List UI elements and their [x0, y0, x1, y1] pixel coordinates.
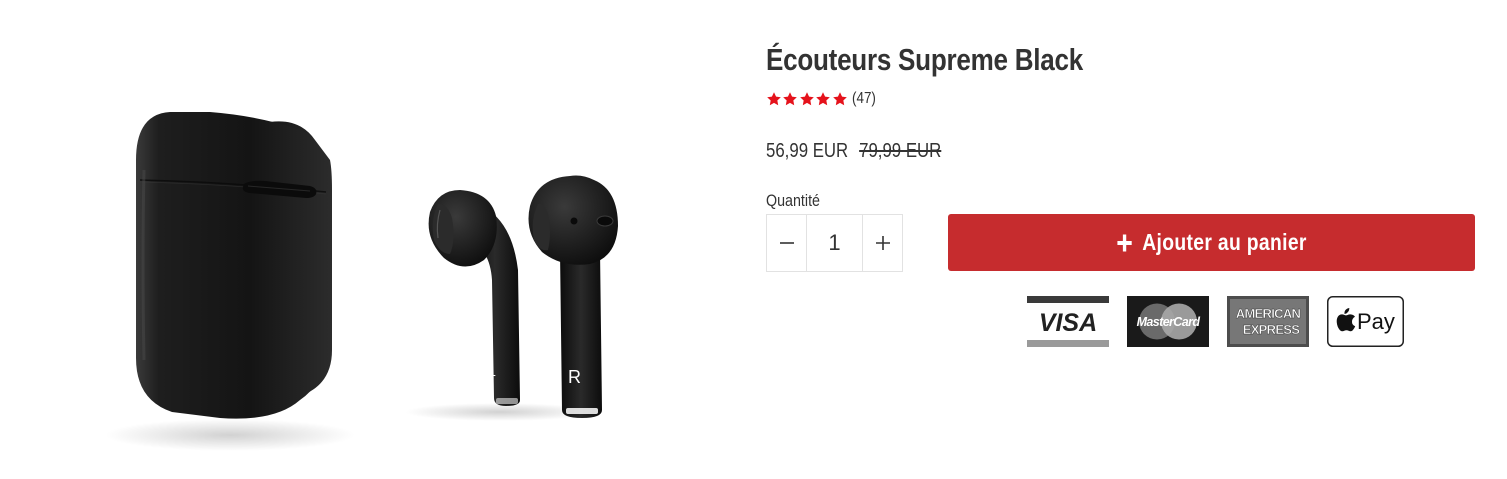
product-info: Écouteurs Supreme Black (47) 56,99 EUR 7… [766, 0, 1486, 479]
plus-icon [875, 235, 891, 251]
svg-text:VISA: VISA [1039, 309, 1097, 337]
price-row: 56,99 EUR 79,99 EUR [766, 140, 941, 163]
price-current: 56,99 EUR [766, 140, 849, 162]
quantity-input[interactable] [806, 215, 863, 271]
quantity-label: Quantité [766, 191, 820, 210]
price-compare-at: 79,99 EUR [859, 140, 942, 162]
star-icon [799, 91, 815, 107]
add-to-cart-label: Ajouter au panier [1142, 229, 1307, 255]
payment-methods: VISA MasterCard AMERICAN EXPRESS Pay [1027, 296, 1404, 347]
star-icon [782, 91, 798, 107]
add-to-cart-content: Ajouter au panier [1116, 229, 1307, 256]
star-icon [815, 91, 831, 107]
product-title: Écouteurs Supreme Black [766, 42, 1083, 77]
plus-icon [1116, 233, 1133, 253]
quantity-increase-button[interactable] [863, 215, 902, 271]
review-count[interactable]: (47) [852, 90, 876, 108]
add-to-cart-button[interactable]: Ajouter au panier [948, 214, 1475, 271]
mastercard-icon: MasterCard [1127, 296, 1209, 347]
svg-text:MasterCard: MasterCard [1137, 315, 1201, 329]
minus-icon [779, 235, 795, 251]
earbud-left-mark: L [488, 363, 496, 379]
product-image[interactable]: L R [100, 100, 660, 465]
earbud-right-mark: R [568, 367, 581, 387]
amex-icon: AMERICAN EXPRESS [1227, 296, 1309, 347]
svg-text:AMERICAN: AMERICAN [1236, 306, 1301, 321]
quantity-stepper [766, 214, 903, 272]
rating-stars [766, 91, 848, 107]
star-icon [832, 91, 848, 107]
apple-pay-icon: Pay [1327, 296, 1404, 347]
star-icon [766, 91, 782, 107]
visa-icon: VISA [1027, 296, 1109, 347]
product-rating[interactable]: (47) [766, 89, 880, 109]
svg-text:Pay: Pay [1357, 309, 1395, 334]
svg-text:EXPRESS: EXPRESS [1243, 322, 1301, 337]
quantity-decrease-button[interactable] [767, 215, 806, 271]
